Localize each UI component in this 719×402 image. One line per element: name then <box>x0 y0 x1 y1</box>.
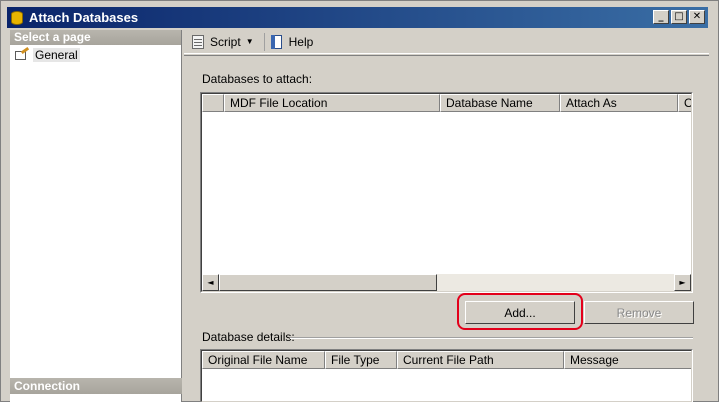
column-file-type[interactable]: File Type <box>325 351 397 369</box>
grid-row-header <box>202 94 224 112</box>
database-details-separator <box>290 337 693 339</box>
help-icon <box>269 34 285 50</box>
maximize-button[interactable]: □ <box>671 10 687 24</box>
script-button[interactable]: Script ▼ <box>190 34 260 50</box>
close-button[interactable]: ✕ <box>689 10 705 24</box>
general-page-icon <box>15 46 30 61</box>
window-title: Attach Databases <box>29 10 139 25</box>
toolbar: Script ▼ Help <box>184 30 709 54</box>
scrollbar-thumb[interactable] <box>219 274 437 291</box>
databases-to-attach-grid[interactable]: MDF File Location Database Name Attach A… <box>200 92 693 293</box>
script-icon <box>190 34 206 50</box>
toolbar-separator <box>263 32 265 51</box>
database-icon <box>11 10 23 26</box>
column-owner[interactable]: Ov <box>678 94 691 112</box>
attach-databases-window: Attach Databases _ □ ✕ Select a page Gen… <box>0 0 719 402</box>
add-button-highlight <box>457 293 583 330</box>
column-mdf-file-location[interactable]: MDF File Location <box>224 94 440 112</box>
title-bar[interactable]: Attach Databases _ □ ✕ <box>7 7 708 28</box>
connection-header: Connection <box>10 378 182 394</box>
database-details-label: Database details: <box>202 330 295 344</box>
database-details-grid[interactable]: Original File Name File Type Current Fil… <box>200 349 693 402</box>
horizontal-scrollbar[interactable]: ◄ ► <box>202 274 691 291</box>
column-database-name[interactable]: Database Name <box>440 94 560 112</box>
column-message[interactable]: Message <box>564 351 691 369</box>
remove-button[interactable]: Remove <box>584 301 694 324</box>
column-current-file-path[interactable]: Current File Path <box>397 351 564 369</box>
databases-to-attach-label: Databases to attach: <box>202 72 313 86</box>
scroll-left-icon[interactable]: ◄ <box>202 274 219 291</box>
minimize-button[interactable]: _ <box>653 10 669 24</box>
help-button[interactable]: Help <box>269 34 314 50</box>
column-original-file-name[interactable]: Original File Name <box>202 351 325 369</box>
script-dropdown-arrow-icon[interactable]: ▼ <box>246 37 254 46</box>
script-label: Script <box>210 34 241 49</box>
column-attach-as[interactable]: Attach As <box>560 94 678 112</box>
window-controls: _ □ ✕ <box>653 10 705 24</box>
help-label: Help <box>288 34 314 49</box>
page-item-label: General <box>33 48 80 62</box>
scroll-right-icon[interactable]: ► <box>674 274 691 291</box>
select-page-header: Select a page <box>10 30 181 45</box>
page-item-general[interactable]: General <box>10 46 181 63</box>
select-page-pane: Select a page General Connection <box>10 30 182 402</box>
